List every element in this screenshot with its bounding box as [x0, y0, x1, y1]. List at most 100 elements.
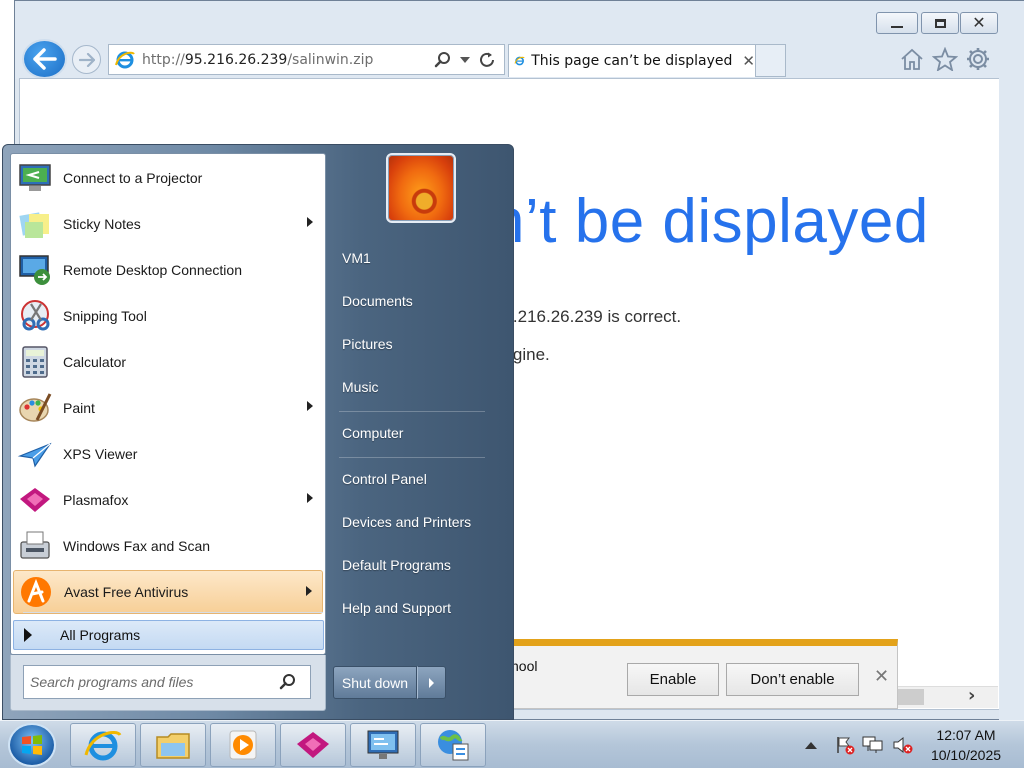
- taskbar-plasmafox[interactable]: [280, 723, 346, 767]
- start-item-user-folder[interactable]: VM1: [328, 240, 508, 276]
- paper-plane-icon: [15, 434, 55, 474]
- taskbar-internet-explorer[interactable]: [70, 723, 136, 767]
- start-item-devices-printers[interactable]: Devices and Printers: [328, 504, 508, 540]
- search-area: [10, 655, 326, 711]
- start-item-pictures[interactable]: Pictures: [328, 326, 508, 362]
- program-snipping-tool[interactable]: Snipping Tool: [13, 294, 323, 338]
- tab-close-icon[interactable]: ✕: [742, 52, 755, 70]
- divider: [23, 612, 323, 613]
- program-label: Avast Free Antivirus: [64, 584, 189, 600]
- maximize-icon: [934, 18, 946, 28]
- gear-icon[interactable]: [964, 45, 992, 73]
- start-item-control-panel[interactable]: Control Panel: [328, 461, 508, 497]
- program-plasmafox[interactable]: Plasmafox: [13, 478, 323, 522]
- start-menu: Connect to a Projector Sticky Notes Remo…: [2, 144, 514, 720]
- search-icon[interactable]: [432, 49, 454, 71]
- taskbar: 12:07 AM 10/10/2025: [0, 720, 1024, 768]
- dropdown-icon[interactable]: [454, 49, 476, 71]
- clock-time: 12:07 AM: [936, 727, 996, 743]
- program-avast[interactable]: Avast Free Antivirus: [13, 570, 323, 614]
- notification-close-icon[interactable]: ✕: [874, 666, 889, 687]
- dont-enable-button[interactable]: Don’t enable: [726, 663, 859, 696]
- globe-list-icon: [438, 730, 469, 761]
- programs-pane: Connect to a Projector Sticky Notes Remo…: [10, 153, 326, 655]
- internet-explorer-icon: [84, 731, 122, 761]
- plasmafox-icon: [15, 480, 55, 520]
- start-item-music[interactable]: Music: [328, 369, 508, 405]
- program-label: Snipping Tool: [63, 308, 147, 324]
- start-button[interactable]: [8, 723, 56, 767]
- address-bar[interactable]: http://95.216.26.239/salinwin.zip: [108, 44, 505, 75]
- scroll-right-icon[interactable]: ›: [968, 685, 975, 706]
- scrollbar-thumb[interactable]: [898, 689, 924, 705]
- start-item-default-programs[interactable]: Default Programs: [328, 547, 508, 583]
- program-fax-scan[interactable]: Windows Fax and Scan: [13, 524, 323, 568]
- url-scheme: http://: [142, 51, 185, 68]
- taskbar-globe-app[interactable]: [420, 723, 486, 767]
- network-icon[interactable]: [862, 735, 884, 755]
- url-host: 95.216.26.239: [184, 51, 288, 68]
- new-tab-button[interactable]: [756, 44, 786, 77]
- close-button[interactable]: ✕: [960, 12, 998, 34]
- program-connect-projector[interactable]: Connect to a Projector: [13, 156, 323, 200]
- show-hidden-icons-button[interactable]: [800, 735, 822, 755]
- taskbar-file-explorer[interactable]: [140, 723, 206, 767]
- home-icon[interactable]: [898, 45, 926, 73]
- forward-arrow-icon: [78, 52, 95, 67]
- refresh-icon[interactable]: [476, 49, 498, 71]
- search-icon[interactable]: [279, 673, 297, 691]
- tab-title: This page can’t be displayed: [531, 53, 733, 69]
- start-item-help-support[interactable]: Help and Support: [328, 590, 508, 626]
- ie-tab-icon: [514, 56, 525, 66]
- taskbar-media-player[interactable]: [210, 723, 276, 767]
- submenu-arrow-icon[interactable]: [307, 401, 313, 411]
- file-explorer-icon: [156, 733, 190, 759]
- start-item-documents[interactable]: Documents: [328, 283, 508, 319]
- taskbar-clock[interactable]: 12:07 AM 10/10/2025: [922, 725, 1010, 765]
- maximize-button[interactable]: [921, 12, 959, 34]
- program-xps-viewer[interactable]: XPS Viewer: [13, 432, 323, 476]
- action-center-flag-icon[interactable]: [834, 735, 856, 755]
- address-url[interactable]: http://95.216.26.239/salinwin.zip: [142, 52, 432, 68]
- program-label: XPS Viewer: [63, 446, 138, 462]
- ie-page-icon: [115, 51, 135, 68]
- horizontal-scrollbar[interactable]: ›: [898, 685, 998, 708]
- projector-icon: [15, 158, 55, 198]
- program-label: Windows Fax and Scan: [63, 538, 211, 554]
- submenu-arrow-icon[interactable]: [307, 217, 313, 227]
- close-icon: ✕: [972, 13, 986, 32]
- tab-active[interactable]: This page can’t be displayed ✕: [508, 44, 756, 77]
- start-search-input[interactable]: [30, 674, 275, 690]
- url-path: /salinwin.zip: [287, 51, 374, 68]
- shutdown-button[interactable]: Shut down: [333, 666, 417, 699]
- divider: [339, 457, 485, 458]
- enable-button[interactable]: Enable: [627, 663, 719, 696]
- error-heading: n’t be displayed: [490, 187, 929, 256]
- volume-muted-icon[interactable]: [892, 735, 914, 755]
- program-calculator[interactable]: Calculator: [13, 340, 323, 384]
- avast-icon: [16, 572, 56, 612]
- program-label: Paint: [63, 400, 95, 416]
- shutdown-options-button[interactable]: [417, 666, 446, 699]
- program-paint[interactable]: Paint: [13, 386, 323, 430]
- submenu-arrow-icon[interactable]: [307, 493, 313, 503]
- start-item-computer[interactable]: Computer: [328, 415, 508, 451]
- favorites-star-icon[interactable]: [931, 45, 959, 73]
- calculator-icon: [15, 342, 55, 382]
- clock-date: 10/10/2025: [930, 747, 1002, 763]
- back-button[interactable]: [22, 39, 67, 79]
- user-avatar[interactable]: [386, 153, 456, 223]
- notification-bar: hool Enable Don’t enable ✕: [504, 639, 898, 709]
- forward-button[interactable]: [72, 45, 101, 74]
- plasmafox-icon: [297, 732, 329, 758]
- all-programs-button[interactable]: All Programs: [13, 620, 324, 650]
- program-label: Sticky Notes: [63, 216, 141, 232]
- all-programs-label: All Programs: [60, 627, 141, 643]
- minimize-button[interactable]: [876, 12, 918, 34]
- program-remote-desktop[interactable]: Remote Desktop Connection: [13, 248, 323, 292]
- start-search-box[interactable]: [23, 665, 311, 699]
- program-sticky-notes[interactable]: Sticky Notes: [13, 202, 323, 246]
- divider: [339, 411, 485, 412]
- submenu-arrow-icon[interactable]: [306, 586, 312, 596]
- taskbar-presentation[interactable]: [350, 723, 416, 767]
